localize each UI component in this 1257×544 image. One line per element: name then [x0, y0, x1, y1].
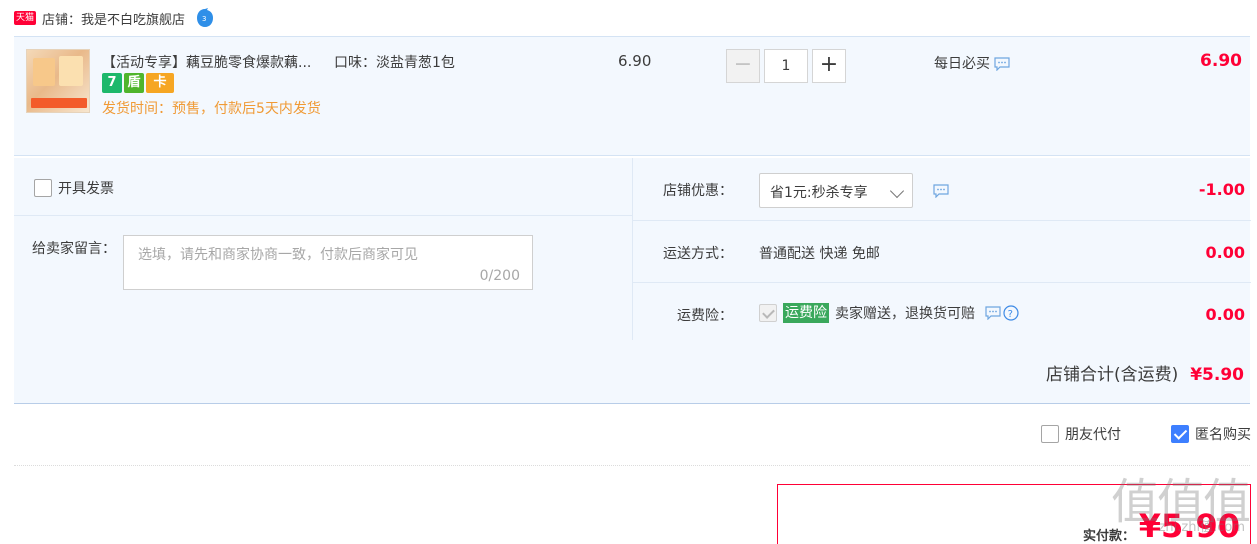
- shop-discount-amount: -1.00: [1198, 180, 1245, 199]
- order-info-right: 店铺优惠： 省1元:秒杀专享 -1.00 运送方式： 普通配送 快递 免邮 0.…: [632, 158, 1251, 340]
- memo-char-count: 0/200: [479, 268, 520, 284]
- product-thumbnail[interactable]: [26, 49, 90, 113]
- friend-pay-checkbox[interactable]: [1041, 425, 1059, 443]
- daily-buy-label: 每日必买: [934, 53, 1011, 73]
- item-subtotal: 6.90: [1200, 51, 1242, 71]
- invoice-option[interactable]: 开具发票: [34, 178, 114, 198]
- wangwang-chat-icon[interactable]: 3: [195, 8, 215, 28]
- invoice-label: 开具发票: [58, 181, 114, 197]
- comment-icon[interactable]: [994, 57, 1011, 71]
- memo-placeholder: 选填，请先和商家协商一致，付款后商家可见: [138, 247, 418, 263]
- shipping-insurance-option: 运费险 卖家赠送，退换货可赔 ?: [759, 303, 1019, 323]
- tmall-logo-icon: 天猫: [14, 11, 36, 25]
- shipping-insurance-label: 运费险：: [677, 308, 733, 324]
- seven-day-return-icon[interactable]: 7: [102, 73, 122, 93]
- order-info-left: 开具发票 给卖家留言： 选填，请先和商家协商一致，付款后商家可见 0/200: [14, 158, 632, 340]
- shipping-insurance-desc: 卖家赠送，退换货可赔: [835, 306, 975, 322]
- shop-total-value: ¥5.90: [1190, 365, 1244, 385]
- shop-total-label: 店铺合计(含运费): [1045, 365, 1179, 385]
- shipping-insurance-checkbox: [759, 304, 777, 322]
- shipping-amount: 0.00: [1205, 243, 1245, 262]
- chevron-down-icon: [889, 183, 905, 199]
- quantity-increase-button[interactable]: +: [812, 49, 846, 83]
- quantity-stepper: − 1 +: [726, 49, 846, 83]
- shield-guarantee-icon[interactable]: 盾: [124, 73, 144, 93]
- anonymous-buy-label: 匿名购买: [1195, 427, 1251, 443]
- shop-header: 天猫 店铺：我是不白吃旗舰店 3: [14, 6, 215, 30]
- shipping-method-label: 运送方式：: [663, 246, 733, 262]
- invoice-section: 开具发票: [14, 158, 632, 216]
- quantity-input[interactable]: 1: [764, 49, 808, 83]
- shipping-method-value: 普通配送 快递 免邮: [759, 246, 880, 262]
- shop-discount-row: 店铺优惠： 省1元:秒杀专享 -1.00: [633, 158, 1251, 221]
- shipping-insurance-amount: 0.00: [1205, 305, 1245, 324]
- quantity-decrease-button[interactable]: −: [726, 49, 760, 83]
- shop-discount-value: 省1元:秒杀专享: [770, 185, 868, 201]
- order-info-panel: 开具发票 给卖家留言： 选填，请先和商家协商一致，付款后商家可见 0/200 店…: [14, 158, 1251, 404]
- ship-time-notice: 发货时间：预售，付款后5天内发货: [102, 101, 321, 117]
- help-question-icon[interactable]: ?: [1003, 305, 1019, 321]
- friend-pay-label: 朋友代付: [1065, 427, 1121, 443]
- cart-item-row: 【活动专享】藕豆脆零食爆款藕... 口味：淡盐青葱1包 7 盾 卡 发货时间：预…: [14, 36, 1250, 156]
- divider: [14, 465, 1250, 466]
- anonymous-buy-option[interactable]: 匿名购买: [1171, 424, 1251, 444]
- svg-text:?: ?: [1008, 309, 1013, 320]
- shop-discount-label: 店铺优惠：: [663, 183, 733, 199]
- daily-buy-text: 每日必买: [934, 56, 990, 72]
- credit-card-icon[interactable]: 卡: [146, 73, 174, 93]
- product-title-link[interactable]: 【活动专享】藕豆脆零食爆款藕...: [102, 52, 311, 72]
- unit-price: 6.90: [618, 52, 652, 70]
- product-sku: 口味：淡盐青葱1包: [334, 55, 455, 71]
- shop-total: 店铺合计(含运费) ¥5.90: [1046, 360, 1244, 385]
- shop-discount-select[interactable]: 省1元:秒杀专享: [759, 173, 913, 208]
- service-badges: 7 盾 卡: [102, 73, 174, 93]
- memo-label: 给卖家留言：: [32, 241, 116, 257]
- shipping-insurance-badge: 运费险: [783, 303, 829, 323]
- comment-icon[interactable]: [933, 184, 949, 198]
- svg-text:3: 3: [202, 15, 206, 23]
- friend-pay-option[interactable]: 朋友代付: [1041, 424, 1121, 444]
- seller-memo-textarea[interactable]: 选填，请先和商家协商一致，付款后商家可见 0/200: [123, 235, 533, 290]
- comment-icon[interactable]: [985, 306, 1001, 320]
- watermark-url: zhi.zhi值.com: [1158, 520, 1245, 535]
- shipping-insurance-row: 运费险： 运费险 卖家赠送，退换货可赔 ? 0.00: [633, 283, 1251, 340]
- shop-name-link[interactable]: 店铺：我是不白吃旗舰店: [42, 9, 185, 28]
- anonymous-buy-checkbox[interactable]: [1171, 425, 1189, 443]
- invoice-checkbox[interactable]: [34, 179, 52, 197]
- shipping-method-row: 运送方式： 普通配送 快递 免邮 0.00: [633, 221, 1251, 283]
- checkout-options: 朋友代付 匿名购买: [991, 424, 1251, 444]
